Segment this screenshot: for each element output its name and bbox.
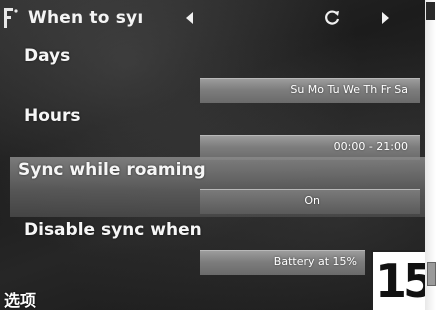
sync-roaming-field[interactable]: On bbox=[200, 189, 420, 214]
scrollbar[interactable] bbox=[425, 0, 436, 310]
disable-sync-field[interactable]: Battery at 15% bbox=[200, 250, 365, 275]
title-bar: When to syı bbox=[0, 0, 425, 36]
disable-sync-label: Disable sync when bbox=[24, 220, 202, 240]
badge-number: 15 bbox=[375, 254, 425, 308]
arrow-right-icon[interactable] bbox=[382, 12, 389, 24]
days-label: Days bbox=[24, 46, 71, 66]
hours-value: 00:00 - 21:00 bbox=[333, 140, 408, 153]
app-menu-icon[interactable] bbox=[4, 8, 18, 28]
page-title: When to syı bbox=[28, 8, 144, 28]
scrollbar-thumb[interactable] bbox=[427, 262, 436, 286]
scrollbar-top-cap bbox=[426, 2, 435, 20]
sync-roaming-label: Sync while roaming bbox=[18, 160, 206, 180]
disable-sync-value: Battery at 15% bbox=[273, 255, 357, 268]
days-value: Su Mo Tu We Th Fr Sa bbox=[290, 83, 408, 96]
figure-number-badge: 15 bbox=[371, 250, 425, 310]
arrow-left-icon[interactable] bbox=[186, 12, 193, 24]
days-field[interactable]: Su Mo Tu We Th Fr Sa bbox=[200, 78, 420, 103]
sync-roaming-value: On bbox=[304, 194, 320, 207]
sync-icon bbox=[325, 10, 340, 25]
hours-label: Hours bbox=[24, 106, 81, 126]
options-softkey[interactable]: 选项 bbox=[4, 287, 36, 310]
screen: When to syı Days Su Mo Tu We Th Fr Sa Ho… bbox=[0, 0, 425, 310]
